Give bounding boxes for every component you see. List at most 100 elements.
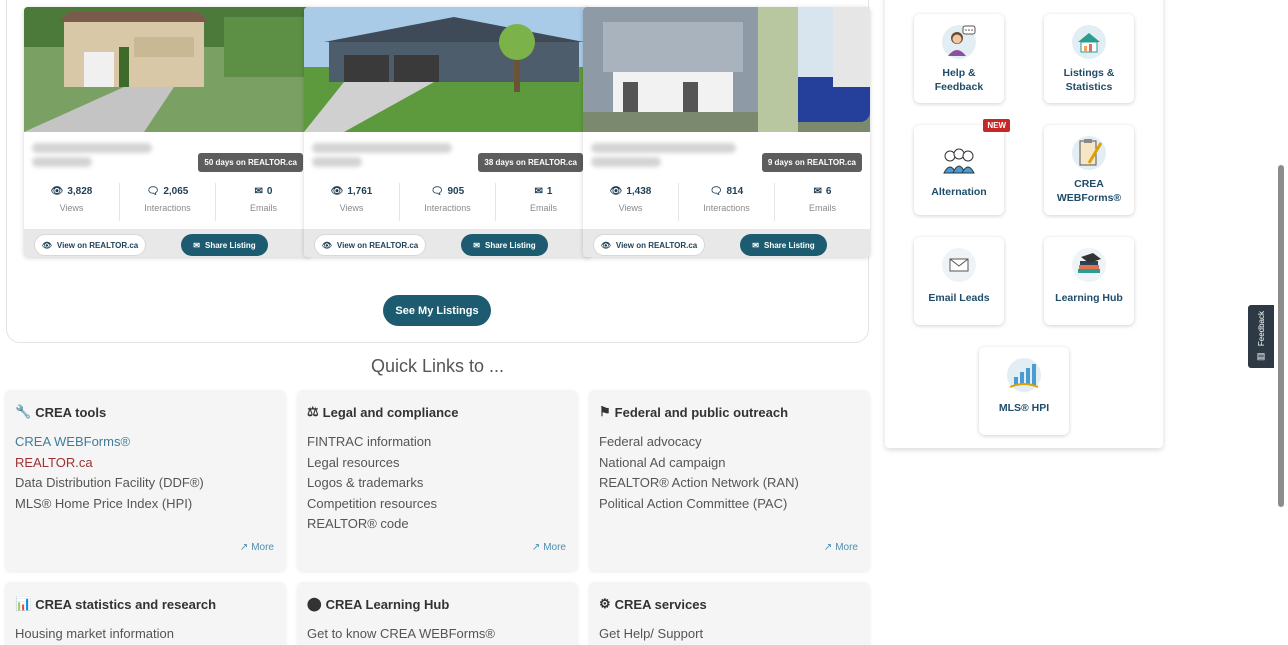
emails-label: Emails: [249, 203, 277, 213]
hpi-chart-icon: [1006, 357, 1042, 393]
listing-photo[interactable]: [304, 7, 591, 132]
quick-links-learning-hub: ⬤ CREA Learning Hub Get to know CREA WEBF…: [297, 582, 578, 645]
share-listing-button[interactable]: ✉ Share Listing: [461, 234, 548, 256]
link-hpi[interactable]: MLS® Home Price Index (HPI): [15, 494, 204, 515]
eye-icon: 👁: [330, 185, 344, 197]
link-logos[interactable]: Logos & trademarks: [307, 473, 437, 494]
emails-count: 6: [825, 185, 832, 197]
listing-stats: 👁 1,438 Views 🗨 814 Interactions ✉ 6 Emails: [583, 183, 870, 221]
views-count: 3,828: [67, 185, 93, 197]
link-ddf[interactable]: Data Distribution Facility (DDF®): [15, 473, 204, 494]
link-realtor-code[interactable]: REALTOR® code: [307, 514, 437, 535]
my-listings-panel: 50 days on REALTOR.ca 👁 3,828 Views 🗨 2,06…: [6, 0, 870, 343]
tile-email-leads[interactable]: Email Leads: [914, 237, 1004, 325]
link-realtor-ca[interactable]: REALTOR.ca: [15, 453, 204, 474]
more-link[interactable]: ↗ More: [240, 542, 274, 553]
page-scrollbar[interactable]: [1278, 0, 1284, 645]
link-list: Housing market information: [15, 624, 174, 645]
link-housing-market[interactable]: Housing market information: [15, 624, 174, 645]
view-on-realtor-button[interactable]: 👁 View on REALTOR.ca: [34, 234, 146, 256]
link-get-help[interactable]: Get Help/ Support: [599, 624, 703, 645]
help-person-icon: [941, 24, 977, 60]
interactions-label: Interactions: [424, 203, 471, 213]
quick-links-services: ⚙ CREA services Get Help/ Support: [589, 582, 870, 645]
tile-mls-hpi[interactable]: MLS® HPI: [979, 347, 1069, 435]
listing-card[interactable]: 38 days on REALTOR.ca 👁 1,761 Views 🗨 905 …: [304, 7, 591, 257]
link-fintrac[interactable]: FINTRAC information: [307, 432, 437, 453]
interactions-count: 905: [447, 185, 465, 197]
more-link[interactable]: ↗ More: [824, 542, 858, 553]
scrollbar-thumb[interactable]: [1278, 165, 1284, 507]
interactions-stat: 🗨 905 Interactions: [400, 183, 496, 221]
emails-stat: ✉ 6 Emails: [775, 183, 870, 221]
link-federal-advocacy[interactable]: Federal advocacy: [599, 432, 799, 453]
views-label: Views: [618, 203, 643, 213]
views-count: 1,761: [347, 185, 373, 197]
listing-card[interactable]: 50 days on REALTOR.ca 👁 3,828 Views 🗨 2,06…: [24, 7, 311, 257]
mail-icon: ✉: [473, 240, 480, 250]
link-legal-resources[interactable]: Legal resources: [307, 453, 437, 474]
books-icon: [1071, 247, 1107, 283]
link-get-to-know-webforms[interactable]: Get to know CREA WEBForms®: [307, 624, 495, 645]
tile-learning-hub[interactable]: Learning Hub: [1044, 237, 1134, 325]
share-listing-button[interactable]: ✉ Share Listing: [181, 234, 268, 256]
listing-photo[interactable]: [24, 7, 311, 132]
section-title: ⚖ Legal and compliance: [307, 404, 459, 420]
link-national-ad[interactable]: National Ad campaign: [599, 453, 799, 474]
chat-icon: 🗨: [709, 185, 723, 197]
link-ran[interactable]: REALTOR® Action Network (RAN): [599, 473, 799, 494]
interactions-count: 2,065: [163, 185, 189, 197]
link-pac[interactable]: Political Action Committee (PAC): [599, 494, 799, 515]
view-on-realtor-button[interactable]: 👁 View on REALTOR.ca: [593, 234, 705, 256]
listing-stats: 👁 1,761 Views 🗨 905 Interactions ✉ 1 Emails: [304, 183, 591, 221]
listing-address-redacted: [312, 139, 462, 171]
listing-stats: 👁 3,828 Views 🗨 2,065 Interactions ✉ 0 Emai…: [24, 183, 311, 221]
link-list: FINTRAC information Legal resources Logo…: [307, 432, 437, 535]
quick-links-federal: ⚑ Federal and public outreach Federal adv…: [589, 390, 870, 571]
more-link[interactable]: ↗ More: [532, 542, 566, 553]
section-title: 📊 CREA statistics and research: [15, 596, 217, 612]
interactions-stat: 🗨 814 Interactions: [679, 183, 775, 221]
listing-address-redacted: [591, 139, 741, 171]
link-crea-webforms[interactable]: CREA WEBForms®: [15, 432, 204, 453]
clipboard-pencil-icon: [1071, 135, 1107, 171]
quick-links-legal: ⚖ Legal and compliance FINTRAC informatio…: [297, 390, 578, 571]
eye-icon: 👁: [321, 240, 332, 250]
mail-icon: ✉: [534, 185, 543, 197]
emails-stat: ✉ 0 Emails: [216, 183, 311, 221]
external-link-icon: ↗: [823, 542, 833, 553]
link-list: Federal advocacy National Ad campaign RE…: [599, 432, 799, 514]
quick-links-crea-tools: 🔧 CREA tools CREA WEBForms® REALTOR.ca Da…: [5, 390, 286, 571]
views-label: Views: [59, 203, 84, 213]
tile-alternation[interactable]: NEW Alternation: [914, 119, 1010, 215]
listing-photo[interactable]: [583, 7, 870, 132]
days-on-market-badge: 9 days on REALTOR.ca: [761, 153, 862, 172]
link-competition[interactable]: Competition resources: [307, 494, 437, 515]
chart-icon: 📊: [15, 596, 32, 611]
location-pin-icon: ⬤: [307, 596, 322, 611]
tile-crea-webforms[interactable]: CREA WEBForms®: [1044, 125, 1134, 215]
emails-label: Emails: [529, 203, 557, 213]
link-list: CREA WEBForms® REALTOR.ca Data Distribut…: [15, 432, 204, 514]
mail-icon: ✉: [813, 185, 822, 197]
tile-listings-statistics[interactable]: Listings & Statistics: [1044, 14, 1134, 103]
mail-icon: ✉: [193, 240, 200, 250]
people-icon: [941, 143, 977, 179]
emails-label: Emails: [808, 203, 836, 213]
feedback-icon: ▤: [1256, 350, 1266, 361]
view-on-realtor-button[interactable]: 👁 View on REALTOR.ca: [314, 234, 426, 256]
external-link-icon: ↗: [239, 542, 249, 553]
services-icon: ⚙: [599, 596, 611, 611]
views-stat: 👁 1,438 Views: [583, 183, 679, 221]
mail-icon: ✉: [752, 240, 759, 250]
listing-card[interactable]: 9 days on REALTOR.ca 👁 1,438 Views 🗨 814 I…: [583, 7, 870, 257]
quick-links-heading: Quick Links to ...: [370, 356, 505, 376]
wrench-icon: 🔧: [15, 404, 32, 419]
share-listing-button[interactable]: ✉ Share Listing: [740, 234, 827, 256]
eye-icon: 👁: [41, 240, 52, 250]
days-on-market-badge: 50 days on REALTOR.ca: [198, 153, 303, 172]
emails-stat: ✉ 1 Emails: [496, 183, 591, 221]
feedback-tab[interactable]: Feedback ▤: [1248, 305, 1274, 368]
tile-help-feedback[interactable]: Help & Feedback: [914, 14, 1004, 103]
see-my-listings-button[interactable]: See My Listings: [383, 295, 491, 326]
